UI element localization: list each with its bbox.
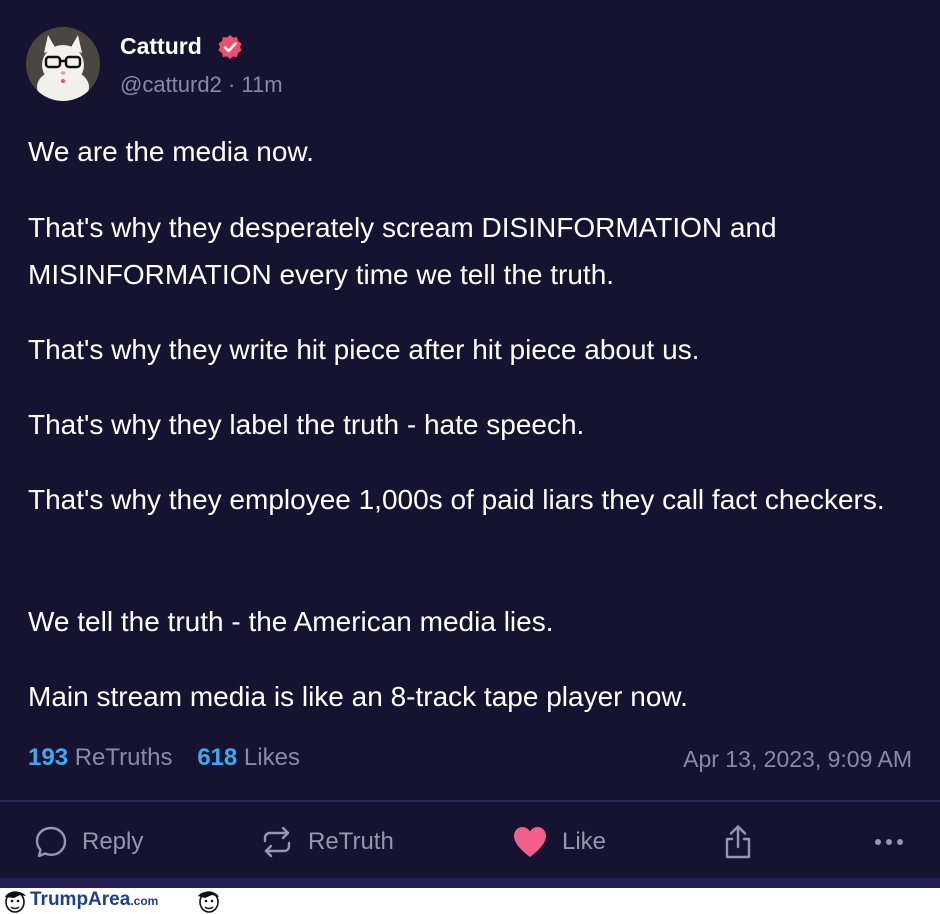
watermark-site: TrumpArea [30,889,131,910]
trump-caricature-right-icon [198,891,219,913]
retruth-stat-label: ReTruths [74,744,173,771]
like-count: 618 [197,744,238,771]
share-upload-icon [725,825,751,859]
post-age: 11m [241,72,283,97]
heart-icon [514,827,546,857]
speech-bubble-icon [35,826,67,858]
cat-avatar-icon [26,27,100,101]
post-paragraph-1: We are the media now. [28,136,314,167]
truth-post: Catturd @catturd2 · 11m We are the media… [0,0,940,888]
like-label: Like [562,828,607,855]
handle-line: @catturd2 · 11m [120,72,283,98]
verified-badge-icon [218,35,242,59]
like-stat[interactable]: 618 Likes [197,744,300,771]
author-avatar[interactable] [26,27,100,101]
post-paragraph-7: Main stream media is like an 8-track tap… [28,681,688,712]
retruth-count: 193 [28,744,69,771]
post-stats: 193 ReTruths 618 Likes [28,744,300,772]
trump-caricature-left-icon [5,891,26,913]
author-handle[interactable]: @catturd2 [120,72,222,97]
post-paragraph-4: That's why they label the truth - hate s… [28,409,585,440]
retruth-stat[interactable]: 193 ReTruths [28,744,173,771]
share-button[interactable] [723,822,767,862]
separator-dot: · [227,72,236,97]
retruth-arrows-icon [263,826,291,858]
action-bar-divider [0,800,940,802]
bottom-border [0,878,940,888]
watermark-bar: TrumpArea.com [0,888,940,914]
more-options-button[interactable] [873,822,919,862]
post-paragraph-5: That's why they employee 1,000s of paid … [28,484,885,515]
retruth-label: ReTruth [308,828,394,855]
watermark-suffix: .com [130,894,159,908]
post-timestamp: Apr 13, 2023, 9:09 AM [683,746,912,772]
retruth-button[interactable]: ReTruth [260,822,394,862]
reply-label: Reply [82,828,144,855]
post-paragraph-2: That's why they desperately scream DISIN… [28,212,777,290]
like-button[interactable]: Like [512,822,606,862]
more-dots-icon [875,839,903,845]
post-paragraph-3: That's why they write hit piece after hi… [28,334,700,365]
post-paragraph-6: We tell the truth - the American media l… [28,606,554,637]
author-name[interactable]: Catturd [120,33,202,60]
like-stat-label: Likes [243,744,300,771]
watermark-logo: TrumpArea.com [30,889,158,911]
reply-button[interactable]: Reply [34,822,143,862]
